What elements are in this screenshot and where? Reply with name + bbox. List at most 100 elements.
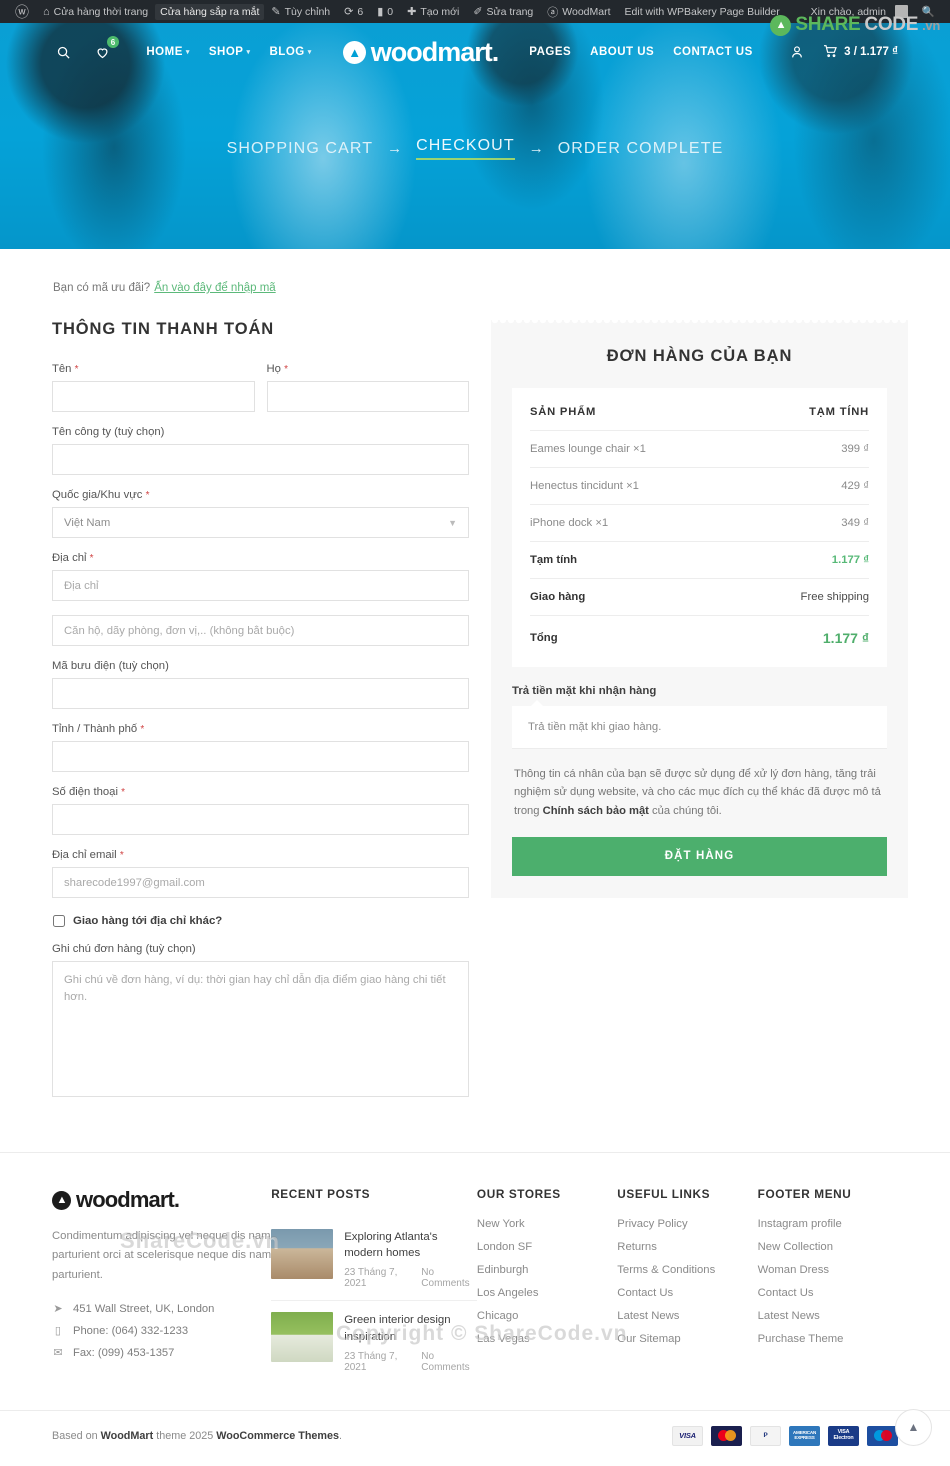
nav-item-home[interactable]: HOME ▾ (146, 46, 190, 58)
required-mark: * (140, 724, 145, 735)
adminbar-item-edit-page[interactable]: ✐ Sửa trang (466, 0, 540, 23)
footer-link[interactable]: Terms & Conditions (617, 1264, 757, 1276)
privacy-policy-link[interactable]: Chính sách bảo mật (543, 805, 649, 817)
nav-item-pages[interactable]: PAGES (529, 46, 571, 58)
copyright-pre: Based on (52, 1429, 101, 1442)
footer-link[interactable]: London SF (477, 1241, 617, 1253)
country-select[interactable]: Việt Nam ▼ (52, 507, 469, 538)
footer-link[interactable]: Woman Dress (758, 1264, 898, 1276)
ship-to-different-address-label[interactable]: Giao hàng tới địa chỉ khác? (73, 915, 222, 927)
footer-link[interactable]: Privacy Policy (617, 1218, 757, 1230)
footer-link[interactable]: Instagram profile (758, 1218, 898, 1230)
footer-link[interactable]: Las Vegas (477, 1333, 617, 1345)
cart-link[interactable]: 3 / 1.177 ₫ (822, 43, 898, 62)
search-icon[interactable] (52, 41, 74, 63)
site-logo[interactable]: ▲ woodmart. (342, 37, 499, 68)
address-line2-input[interactable] (52, 615, 469, 646)
footer-link[interactable]: Latest News (758, 1310, 898, 1322)
field-company: Tên công ty (tuỳ chọn) (52, 426, 469, 475)
footer-link[interactable]: New York (477, 1218, 617, 1230)
postcode-input[interactable] (52, 678, 469, 709)
order-review-title: ĐƠN HÀNG CỦA BẠN (606, 347, 793, 365)
visa-icon: VISA (672, 1425, 703, 1446)
adminbar-item-comments[interactable]: ▮ 0 (370, 0, 400, 23)
order-subtotal-row: Tạm tính 1.177 ₫ (530, 542, 869, 579)
adminbar-item-label: WoodMart (562, 5, 611, 18)
footer-contact-phone: ▯ Phone: (064) 332-1233 (52, 1324, 271, 1338)
order-item-price: 349 ₫ (841, 517, 869, 529)
post-title[interactable]: Exploring Atlanta's modern homes (344, 1229, 477, 1261)
order-item-row: Henectus tincidunt ×1 429 ₫ (530, 468, 869, 505)
email-input[interactable] (52, 867, 469, 898)
nav-item-about-us[interactable]: ABOUT US (590, 46, 654, 58)
list-item[interactable]: Green interior design inspiration 23 Thá… (271, 1301, 477, 1383)
adminbar-item-customize[interactable]: ✎ Tùy chỉnh (264, 0, 337, 23)
adminbar-item-woodmart[interactable]: ⓐ WoodMart (540, 0, 617, 23)
billing-title: THÔNG TIN THANH TOÁN (52, 320, 275, 338)
first-name-input[interactable] (52, 381, 255, 412)
label-text: Tỉnh / Thành phố (52, 723, 138, 735)
footer-link[interactable]: Contact Us (758, 1287, 898, 1299)
footer-link[interactable]: New Collection (758, 1241, 898, 1253)
footer-link[interactable]: Latest News (617, 1310, 757, 1322)
coupon-toggle-link[interactable]: Ấn vào đây để nhập mã (154, 282, 275, 294)
footer-link[interactable]: Purchase Theme (758, 1333, 898, 1345)
footer-link[interactable]: Chicago (477, 1310, 617, 1322)
adminbar-item-label: 0 (387, 5, 394, 18)
chevron-down-icon: ▾ (246, 49, 251, 56)
footer-link[interactable]: Returns (617, 1241, 757, 1253)
total-value: 1.177 ₫ (822, 630, 869, 646)
footer-link[interactable]: Edinburgh (477, 1264, 617, 1276)
heart-icon[interactable]: 6 (91, 36, 119, 63)
ship-to-different-address-checkbox[interactable] (53, 915, 65, 927)
footer-contact-fax: ✉ Fax: (099) 453-1357 (52, 1346, 271, 1360)
watermark-code-text: CODE (864, 14, 919, 35)
footer-logo[interactable]: ▲ woodmart. (52, 1187, 271, 1213)
copyright-brand-2[interactable]: WooCommerce Themes (216, 1430, 339, 1442)
footer-menu-column: FOOTER MENU Instagram profile New Collec… (758, 1187, 898, 1384)
order-review-panel: ĐƠN HÀNG CỦA BẠN SẢN PHẨM TẠM TÍNH Eames… (491, 320, 908, 898)
company-input[interactable] (52, 444, 469, 475)
privacy-policy-text: Thông tin cá nhân của bạn sẽ được sử dụn… (512, 749, 887, 837)
adminbar-item-wpbakery[interactable]: Edit with WPBakery Page Builder (618, 0, 787, 23)
step-shopping-cart[interactable]: SHOPPING CART (227, 140, 373, 158)
our-stores-title: OUR STORES (476, 1187, 561, 1201)
phone-input[interactable] (52, 804, 469, 835)
adminbar-item-new[interactable]: ✚ Tạo mới (400, 0, 466, 23)
footer-recent-posts-column: RECENT POSTS Exploring Atlanta's modern … (271, 1187, 477, 1384)
nav-label: HOME (146, 46, 183, 58)
last-name-input[interactable] (266, 381, 469, 412)
wp-logo-icon[interactable]: ⓦ (8, 0, 36, 23)
footer-link[interactable]: Contact Us (617, 1287, 757, 1299)
order-item-name: iPhone dock ×1 (530, 517, 609, 529)
footer-logo-text: woodmart. (76, 1187, 180, 1212)
nav-item-blog[interactable]: BLOG ▾ (269, 46, 311, 58)
adminbar-item-site[interactable]: ⌂ Cửa hàng thời trang (36, 0, 155, 23)
footer-link[interactable]: Our Sitemap (617, 1333, 757, 1345)
subtotal-value: 1.177 ₫ (831, 554, 869, 566)
scroll-to-top-button[interactable]: ▲ (895, 1408, 932, 1446)
city-input[interactable] (52, 741, 469, 772)
user-icon[interactable] (786, 41, 808, 63)
field-email: Địa chỉ email * (52, 849, 469, 898)
adminbar-item-label: Edit with WPBakery Page Builder (624, 5, 780, 18)
order-item-row: Eames lounge chair ×1 399 ₫ (530, 431, 869, 468)
order-item-price: 399 ₫ (841, 443, 869, 455)
list-item[interactable]: Exploring Atlanta's modern homes 23 Thán… (271, 1218, 477, 1302)
place-order-button[interactable]: ĐẶT HÀNG (512, 836, 887, 876)
step-order-complete[interactable]: ORDER COMPLETE (558, 140, 724, 158)
nav-item-contact-us[interactable]: CONTACT US (673, 46, 753, 58)
address-line1-input[interactable] (52, 570, 469, 601)
footer-link[interactable]: Los Angeles (477, 1287, 617, 1299)
field-address: Địa chỉ * (52, 552, 469, 601)
adminbar-item-updates[interactable]: ⟳ 6 (337, 0, 370, 23)
nav-item-shop[interactable]: SHOP ▾ (209, 46, 251, 58)
woodmart-logo-icon: ▲ (342, 40, 366, 64)
order-notes-textarea[interactable] (52, 961, 469, 1097)
update-icon: ⟳ (344, 6, 354, 18)
step-checkout[interactable]: CHECKOUT (416, 137, 515, 160)
watermark-sharecode-logo: ▲ SHARE CODE .vn (770, 14, 940, 36)
post-title[interactable]: Green interior design inspiration (344, 1312, 477, 1344)
nav-label: PAGES (529, 46, 572, 58)
adminbar-item-coming-soon[interactable]: Cửa hàng sắp ra mắt (155, 3, 265, 20)
